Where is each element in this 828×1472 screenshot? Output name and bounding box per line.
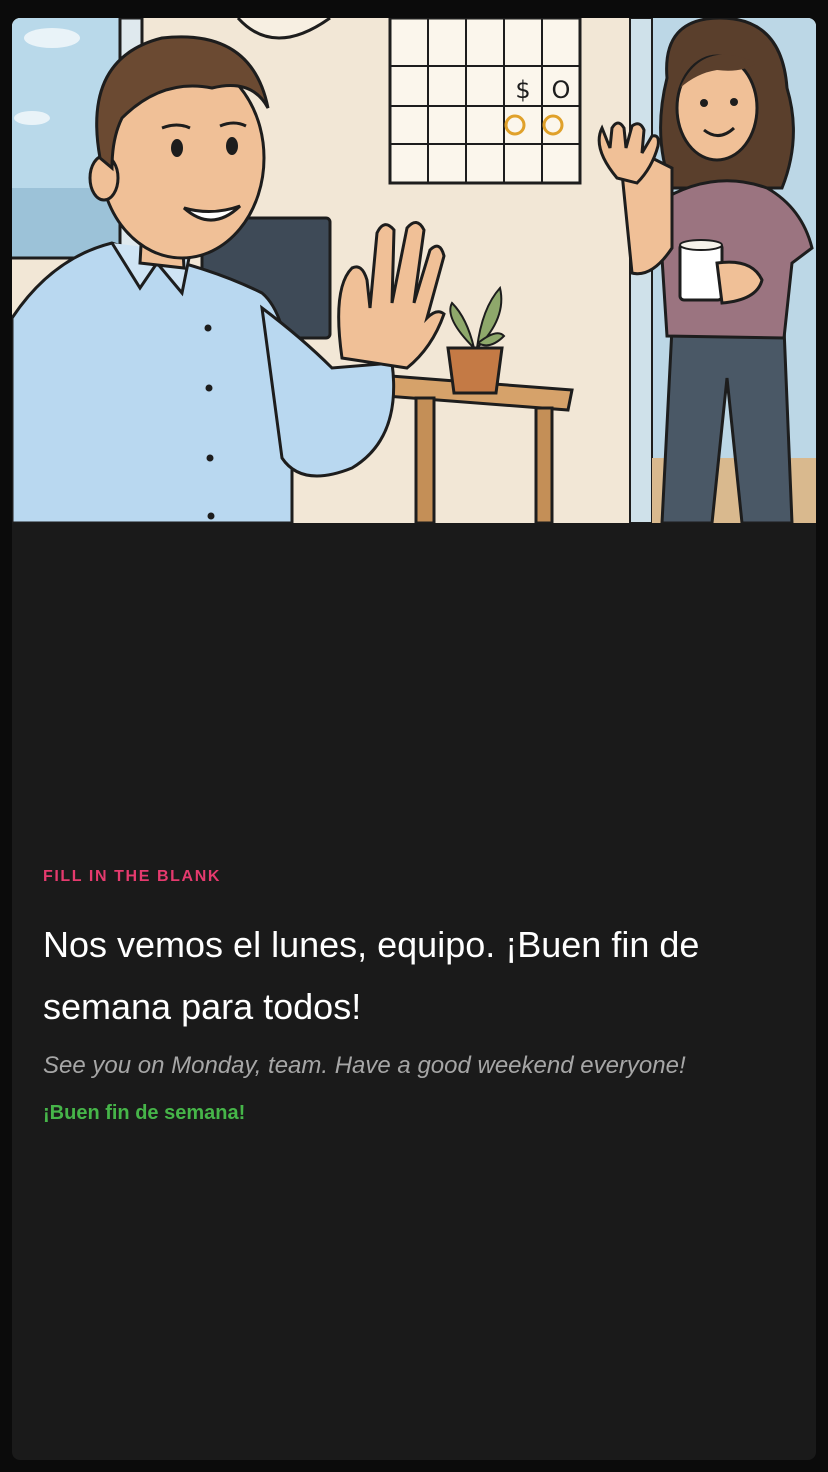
exercise-type-label: FILL IN THE BLANK xyxy=(43,868,222,885)
calendar-cell-dollar: $ xyxy=(515,76,530,104)
correct-answer: ¡Buen fin de semana! xyxy=(43,1102,246,1124)
exercise-content: FILL IN THE BLANK Nos vemos el lunes, eq… xyxy=(43,868,788,1125)
translation-text: See you on Monday, team. Have a good wee… xyxy=(43,1052,686,1079)
calendar: $ O xyxy=(388,18,582,185)
calendar-cell-o: O xyxy=(552,76,571,104)
exercise-card: $ O FILL IN THE BLANK Nos vemos el lunes… xyxy=(12,18,816,1460)
office-farewell-illustration: $ O xyxy=(12,18,816,523)
target-sentence: Nos vemos el lunes, equipo. ¡Buen fin de… xyxy=(43,924,700,1027)
mug-icon xyxy=(678,239,724,302)
